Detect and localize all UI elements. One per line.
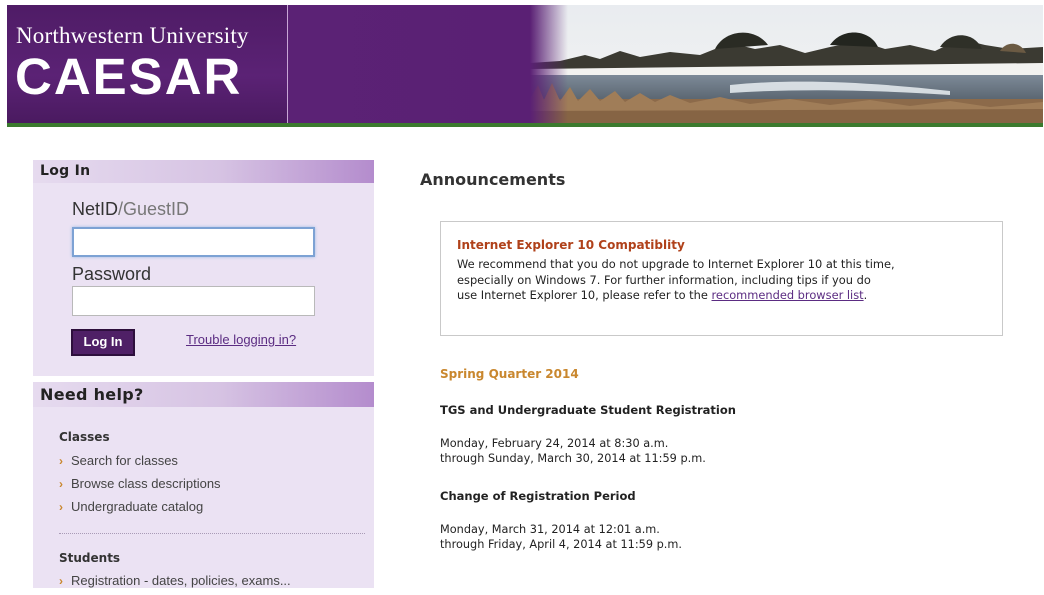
help-link-label: Registration - dates, policies, exams... [71,573,291,588]
notice-line-3-end: . [863,288,868,302]
help-link-label: Search for classes [71,453,178,468]
notice-line-3-text: use Internet Explorer 10, please refer t… [457,288,712,302]
university-name: Northwestern University [16,23,249,48]
help-classes-list: › Search for classes › Browse class descri… [59,452,221,521]
help-group-students-title: Students [59,551,121,565]
trouble-logging-in-link[interactable]: Trouble logging in? [186,332,296,347]
site-header-banner: Northwestern University CAESAR [7,5,1043,125]
notice-body: We recommend that you do not upgrade to … [457,257,997,304]
help-group-classes-title: Classes [59,430,110,444]
guestid-label-text: GuestID [123,199,190,219]
banner-purple-fill [288,5,538,123]
ie10-notice-box: Internet Explorer 10 Compatiblity We rec… [440,221,1003,336]
help-link-undergraduate-catalog[interactable]: › Undergraduate catalog [59,498,221,521]
help-link-label: Undergraduate catalog [71,499,204,514]
registration-date-end: through Sunday, March 30, 2014 at 11:59 … [440,452,706,465]
lake-landscape-photo [530,5,1043,123]
help-divider [59,533,365,534]
recommended-browser-list-link[interactable]: recommended browser list [712,288,864,302]
netid-label-text: NetID [72,199,119,219]
change-registration-section-title: Change of Registration Period [440,489,636,503]
help-link-registration[interactable]: › Registration - dates, policies, exams..… [59,572,291,595]
chevron-right-icon: › [59,454,63,468]
help-link-search-classes[interactable]: › Search for classes [59,452,221,475]
header-green-rule [7,123,1043,127]
caesar-logo[interactable]: Northwestern University CAESAR [7,5,287,123]
chevron-right-icon: › [59,500,63,514]
notice-line-2: especially on Windows 7. For further inf… [457,272,871,287]
registration-date-start: Monday, February 24, 2014 at 8:30 a.m. [440,437,669,450]
notice-title: Internet Explorer 10 Compatiblity [457,238,685,252]
login-panel-heading: Log In [33,160,374,183]
password-label: Password [72,264,152,284]
chevron-right-icon: › [59,477,63,491]
help-students-list: › Registration - dates, policies, exams..… [59,572,291,595]
netid-label: NetID/GuestID [72,199,189,220]
quarter-heading: Spring Quarter 2014 [440,367,579,381]
system-name: CAESAR [15,48,243,105]
change-registration-date-end: through Friday, April 4, 2014 at 11:59 p… [440,538,682,551]
change-registration-date-start: Monday, March 31, 2014 at 12:01 a.m. [440,523,660,536]
help-link-label: Browse class descriptions [71,476,221,491]
notice-line-1: We recommend that you do not upgrade to … [457,257,895,271]
netid-input[interactable] [72,227,315,257]
chevron-right-icon: › [59,574,63,588]
notice-line-3: use Internet Explorer 10, please refer t… [457,288,997,304]
help-link-browse-descriptions[interactable]: › Browse class descriptions [59,475,221,498]
registration-section-title: TGS and Undergraduate Student Registrati… [440,403,736,417]
need-help-panel: Need help? Classes › Search for classes ›… [33,382,374,588]
announcements-heading: Announcements [420,170,566,189]
password-input[interactable] [72,286,315,316]
need-help-heading: Need help? [33,382,374,407]
login-panel: Log In NetID/GuestID Password Log In Tro… [33,160,374,376]
login-button[interactable]: Log In [71,329,135,356]
